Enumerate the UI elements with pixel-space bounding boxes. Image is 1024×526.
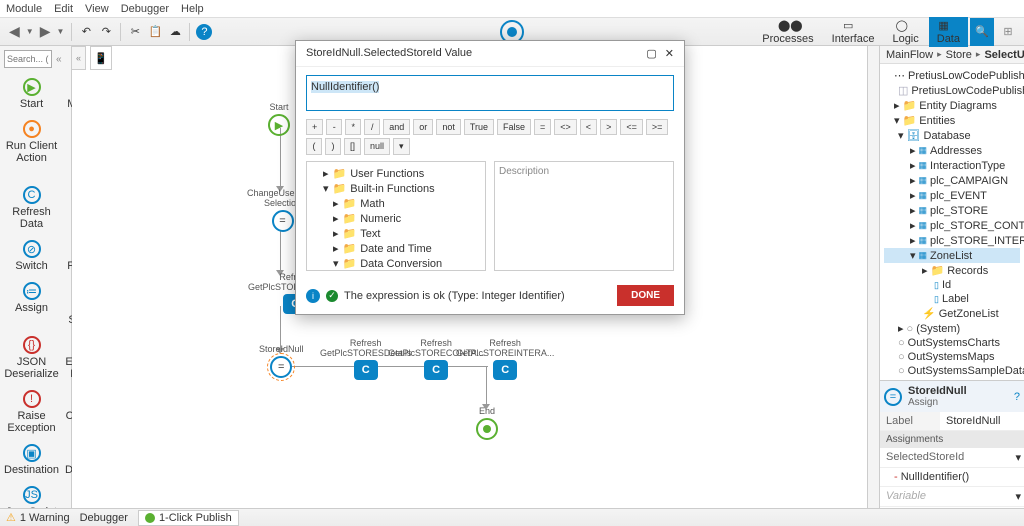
redo-icon[interactable]: ↷ (98, 24, 114, 40)
op-([interactable]: ( (306, 138, 322, 155)
palette-json-deserialize[interactable]: {}JSON Deserialize (2, 332, 61, 384)
menu-help[interactable]: Help (181, 3, 204, 15)
menu-edit[interactable]: Edit (54, 3, 73, 15)
node-refresh-interaction[interactable]: Refresh GetPlcSTOREINTERA... C (456, 338, 554, 380)
op-*[interactable]: * (345, 119, 361, 135)
function-tree[interactable]: ▸📁User Functions ▾📁Built-in Functions ▸📁… (306, 161, 486, 271)
description-panel: Description (494, 161, 674, 271)
tab-data[interactable]: ▦Data (929, 17, 968, 47)
publish-button[interactable]: 1-Click Publish (138, 510, 239, 526)
op-▾[interactable]: ▾ (393, 138, 410, 155)
op-<=[interactable]: <= (620, 119, 643, 135)
undo-icon[interactable]: ↶ (78, 24, 94, 40)
maximize-icon[interactable]: ▢ (646, 47, 656, 60)
node-storeidnull[interactable]: StoreIdNull = (259, 344, 304, 378)
search-button[interactable]: 🔍 (970, 18, 994, 46)
back-menu[interactable]: ▼ (23, 27, 37, 36)
op-False[interactable]: False (497, 119, 531, 135)
expression-editor-dialog: StoreIdNull.SelectedStoreId Value ▢ ✕ Nul… (295, 40, 685, 315)
op--[interactable]: - (326, 119, 342, 135)
module-switcher[interactable]: ⊞ (996, 18, 1020, 46)
properties-panel: = StoreIdNullAssign ? LabelStoreIdNull A… (880, 380, 1024, 526)
validation-message: The expression is ok (Type: Integer Iden… (344, 290, 565, 302)
device-preview-icon[interactable]: 📱 (90, 46, 112, 70)
done-button[interactable]: DONE (617, 285, 674, 306)
collapse-left-icon[interactable]: « (72, 46, 86, 70)
tool-palette: « ▶Start✉Message●Run Client Action●Run S… (0, 46, 72, 526)
tab-processes[interactable]: ⬤⬤Processes (754, 17, 821, 47)
palette-start[interactable]: ▶Start (2, 74, 61, 114)
op-or[interactable]: or (413, 119, 433, 135)
op->[interactable]: > (600, 119, 617, 135)
node-end[interactable]: End (476, 406, 498, 440)
paste-icon[interactable]: 📋 (147, 24, 163, 40)
op-<[interactable]: < (580, 119, 597, 135)
back-button[interactable]: ◀ (6, 23, 23, 40)
op-/[interactable]: / (364, 119, 380, 135)
collapse-right-icon[interactable] (867, 46, 879, 508)
op-and[interactable]: and (383, 119, 410, 135)
status-bar: ⚠1 Warning Debugger 1-Click Publish (0, 508, 1024, 526)
palette-destination[interactable]: ▣Destination (2, 440, 61, 480)
op-<>[interactable]: <> (554, 119, 577, 135)
op-null[interactable]: null (364, 138, 390, 155)
warnings-status[interactable]: ⚠1 Warning (6, 511, 70, 524)
breadcrumb-store[interactable]: Store (946, 49, 972, 61)
breadcrumb-mainflow[interactable]: MainFlow (886, 49, 933, 61)
palette-run-client-action[interactable]: ●Run Client Action (2, 116, 61, 180)
op-)[interactable]: ) (325, 138, 341, 155)
close-icon[interactable]: ✕ (665, 47, 674, 60)
prop-label-value[interactable]: StoreIdNull (940, 412, 1024, 430)
palette-switch[interactable]: ⊘Switch (2, 236, 61, 276)
menu-debugger[interactable]: Debugger (121, 3, 169, 15)
palette-refresh-data[interactable]: CRefresh Data (2, 182, 61, 234)
op-not[interactable]: not (436, 119, 461, 135)
tab-logic[interactable]: ◯Logic (884, 17, 926, 47)
palette-search-input[interactable] (4, 50, 52, 68)
expression-input[interactable]: NullIdentifier() (306, 75, 674, 111)
cloud-icon[interactable]: ☁ (167, 24, 183, 40)
op-True[interactable]: True (464, 119, 494, 135)
prop-assign-value[interactable]: NullIdentifier() (901, 471, 969, 483)
help-icon[interactable]: ? (1014, 391, 1020, 403)
palette-assign[interactable]: ≔Assign (2, 278, 61, 330)
op->=[interactable]: >= (646, 119, 669, 135)
breadcrumb-action[interactable]: SelectUserZoneDropdownOnChange (984, 49, 1024, 61)
palette-raise-exception[interactable]: !Raise Exception (2, 386, 61, 438)
help-icon[interactable]: ? (196, 24, 212, 40)
debugger-status[interactable]: Debugger (80, 512, 128, 524)
menu-view[interactable]: View (85, 3, 109, 15)
op-=[interactable]: = (534, 119, 551, 135)
menu-module[interactable]: Module (6, 3, 42, 15)
op-+[interactable]: + (306, 119, 323, 135)
breadcrumb: MainFlow▸ Store▸ SelectUserZoneDropdownO… (880, 46, 1024, 64)
collapse-palette-icon[interactable]: « (56, 54, 62, 65)
node-start[interactable]: Start ▶ (268, 102, 290, 136)
op-[][interactable]: [] (344, 138, 361, 155)
prop-title: StoreIdNull (908, 385, 967, 397)
data-tree[interactable]: ⋯PretiusLowCodePublishingHouseData ◫Pret… (880, 64, 1024, 380)
cut-icon[interactable]: ✂ (127, 24, 143, 40)
dialog-title: StoreIdNull.SelectedStoreId Value (306, 47, 472, 60)
forward-button[interactable]: ▶ (37, 23, 54, 40)
forward-menu[interactable]: ▼ (53, 27, 67, 36)
tab-interface[interactable]: ▭Interface (824, 17, 883, 47)
